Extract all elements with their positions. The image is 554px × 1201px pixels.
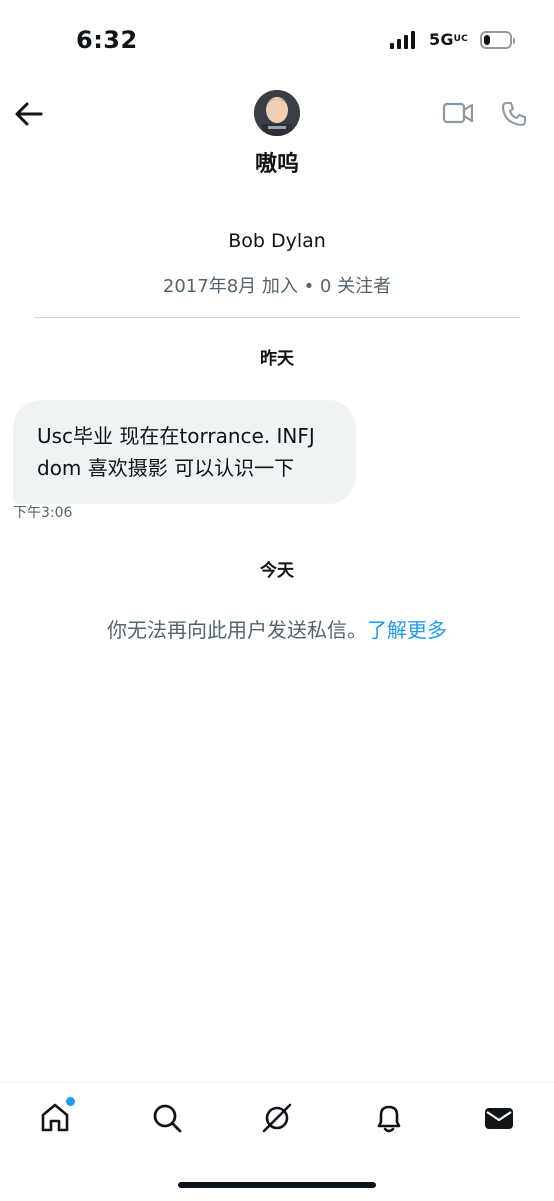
status-time: 6:32 — [76, 26, 138, 54]
nav-home[interactable] — [38, 1097, 75, 1135]
day-separator-today: 今天 — [260, 561, 294, 581]
cannot-message-notice: 你无法再向此用户发送私信。了解更多 — [0, 614, 554, 643]
grok-icon — [262, 1103, 292, 1133]
divider — [34, 317, 520, 318]
avatar[interactable] — [254, 90, 300, 136]
home-indicator — [178, 1182, 376, 1188]
learn-more-link[interactable]: 了解更多 — [367, 618, 447, 642]
battery-icon — [480, 30, 515, 49]
profile-display-name[interactable]: Bob Dylan — [0, 230, 554, 252]
day-separator-yesterday: 昨天 — [260, 349, 294, 369]
phone-icon — [502, 102, 526, 126]
back-button[interactable] — [14, 100, 44, 128]
video-camera-icon — [442, 102, 474, 124]
messages-envelope-icon — [485, 1108, 513, 1129]
notice-text: 你无法再向此用户发送私信。 — [107, 618, 367, 642]
nav-notifications[interactable] — [372, 1101, 406, 1135]
network-type: 5GUC — [429, 30, 468, 49]
conversation-title: 嗷呜 — [254, 152, 299, 177]
search-icon — [153, 1104, 182, 1133]
conversation-header: 嗷呜 — [0, 80, 554, 190]
message-timestamp: 下午3:06 — [13, 505, 73, 521]
profile-meta: 2017年8月 加入 • 0 关注者 — [162, 276, 392, 297]
nav-messages[interactable] — [482, 1101, 516, 1135]
nav-grok[interactable] — [260, 1101, 294, 1135]
status-bar: 6:32 5GUC — [0, 0, 554, 80]
message-bubble[interactable]: Usc毕业 现在在torrance. INFJ dom 喜欢摄影 可以认识一下 — [13, 400, 356, 504]
home-icon — [41, 1103, 69, 1132]
notifications-bell-icon — [377, 1105, 401, 1133]
voice-call-button[interactable] — [500, 100, 528, 128]
cellular-signal-icon — [390, 30, 415, 49]
video-call-button[interactable] — [442, 100, 474, 126]
nav-search[interactable] — [150, 1101, 184, 1135]
status-indicators: 5GUC — [390, 30, 515, 49]
arrow-left-icon — [15, 102, 43, 126]
message-text: Usc毕业 现在在torrance. INFJ dom 喜欢摄影 可以认识一下 — [37, 424, 315, 480]
notification-dot — [66, 1097, 75, 1106]
